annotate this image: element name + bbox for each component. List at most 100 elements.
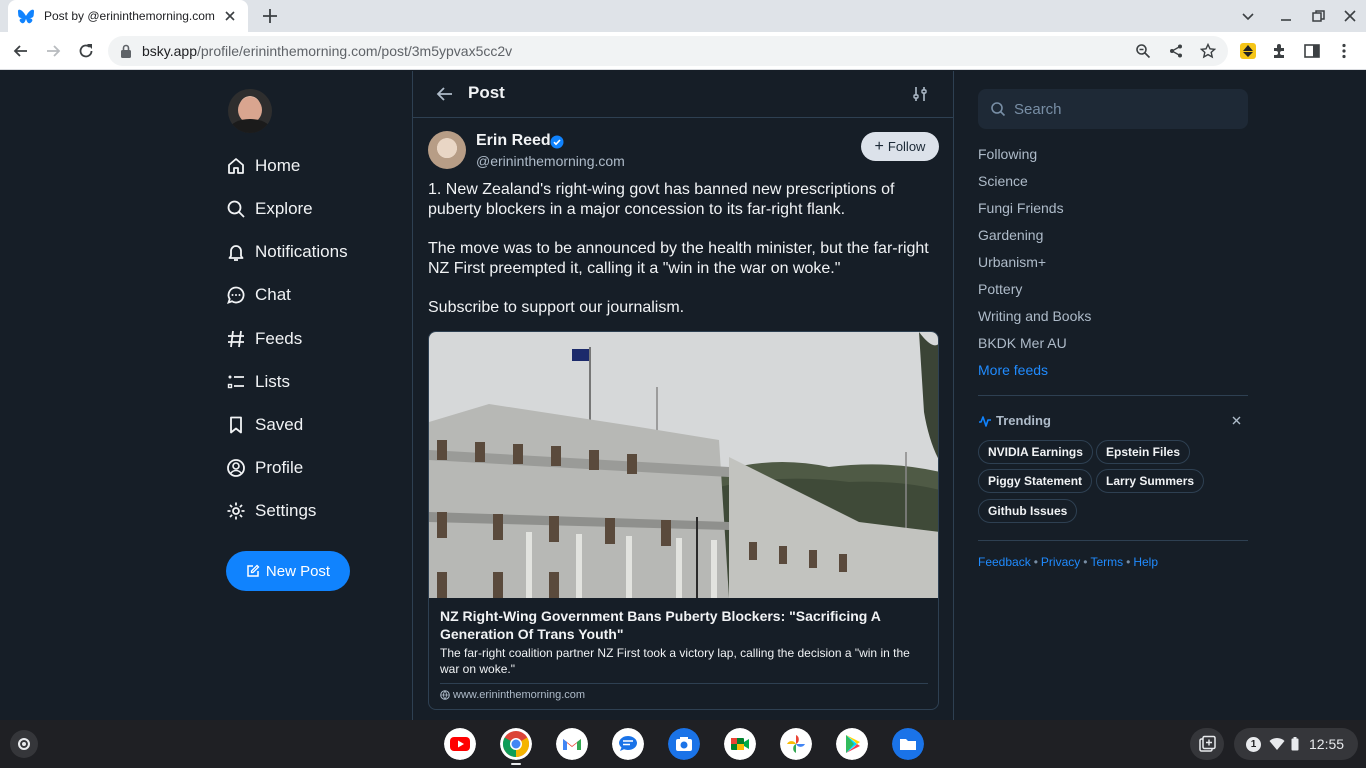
nav-label: Saved: [255, 415, 304, 434]
nav-item-lists[interactable]: Lists: [226, 367, 290, 397]
new-post-button[interactable]: New Post: [226, 551, 350, 591]
restore-icon[interactable]: [1310, 8, 1326, 24]
feed-link[interactable]: Following: [978, 146, 1037, 162]
profile-icon: [227, 459, 245, 477]
nav-item-profile[interactable]: Profile: [226, 453, 303, 483]
nav-label: Explore: [255, 199, 313, 218]
photos-icon[interactable]: [780, 728, 812, 760]
url-text[interactable]: bsky.app/profile/erininthemorning.com/po…: [142, 43, 512, 59]
puzzle-icon[interactable]: [1271, 42, 1289, 60]
more-feeds-link[interactable]: More feeds: [978, 362, 1048, 378]
author-avatar[interactable]: [428, 131, 466, 169]
compose-icon: [247, 564, 260, 577]
verified-badge-icon[interactable]: [550, 135, 564, 149]
launcher-icon: [18, 738, 30, 750]
follow-button[interactable]: + Follow: [861, 132, 939, 161]
close-window-icon[interactable]: [1342, 8, 1358, 24]
kebab-menu-icon[interactable]: [1335, 42, 1353, 60]
share-icon[interactable]: [1168, 43, 1184, 59]
lock-icon[interactable]: [120, 44, 132, 58]
feedback-link[interactable]: Feedback: [978, 555, 1031, 569]
tab-title: Post by @erininthemorning.com: [44, 9, 215, 23]
feed-link[interactable]: Fungi Friends: [978, 200, 1064, 216]
clipboard-icon: [1199, 735, 1216, 752]
author-name[interactable]: Erin Reed: [476, 132, 551, 150]
nav-item-explore[interactable]: Explore: [226, 194, 313, 224]
trending-header: Trending: [978, 413, 1051, 428]
search-icon: [991, 102, 1006, 117]
feed-link[interactable]: Urbanism+: [978, 254, 1046, 270]
trending-chip[interactable]: Github Issues: [978, 499, 1078, 523]
home-icon: [228, 158, 244, 174]
status-tray[interactable]: 1 12:55: [1234, 728, 1358, 760]
card-domain: www.erininthemorning.com: [440, 689, 585, 701]
trending-chip[interactable]: Larry Summers: [1096, 469, 1205, 493]
bluesky-icon: [18, 9, 34, 24]
chevron-down-icon[interactable]: [1240, 8, 1256, 24]
launcher-button[interactable]: [10, 730, 38, 758]
search-input[interactable]: Search: [978, 89, 1248, 129]
post-thread: Post Erin Reed @erininthemorning.com + F…: [412, 71, 954, 720]
nav-item-chat[interactable]: Chat: [226, 280, 291, 310]
terms-link[interactable]: Terms: [1090, 555, 1123, 569]
feed-link[interactable]: Pottery: [978, 281, 1022, 297]
nav-item-notifications[interactable]: Notifications: [226, 237, 348, 267]
new-tab-icon[interactable]: [260, 6, 280, 26]
reload-icon[interactable]: [77, 42, 95, 60]
gear-icon: [227, 502, 245, 520]
privacy-link[interactable]: Privacy: [1041, 555, 1080, 569]
bookmark-icon: [230, 416, 242, 434]
side-panel-icon[interactable]: [1303, 42, 1321, 60]
star-icon[interactable]: [1200, 43, 1216, 59]
trending-chip[interactable]: Epstein Files: [1096, 440, 1191, 464]
tote-button[interactable]: [1190, 728, 1224, 760]
messages-icon[interactable]: [612, 728, 644, 760]
avatar[interactable]: [228, 89, 272, 133]
youtube-icon[interactable]: [444, 728, 476, 760]
bluesky-page: Home Explore Notifications Chat Feeds Li…: [0, 71, 1366, 720]
feed-link[interactable]: Writing and Books: [978, 308, 1091, 324]
nav-item-home[interactable]: Home: [226, 151, 300, 181]
play-store-icon[interactable]: [836, 728, 868, 760]
list-icon: [227, 375, 244, 389]
close-icon[interactable]: [1231, 415, 1242, 426]
camera-icon[interactable]: [668, 728, 700, 760]
nav-label: Chat: [255, 285, 291, 304]
search-placeholder: Search: [1014, 100, 1062, 118]
forward-arrow-icon[interactable]: [44, 42, 62, 60]
chrome-icon[interactable]: [500, 728, 532, 760]
new-post-label: New Post: [265, 562, 331, 580]
gmail-icon[interactable]: [556, 728, 588, 760]
back-arrow-icon[interactable]: [435, 84, 455, 104]
follow-label: Follow: [887, 139, 926, 154]
search-icon: [227, 200, 245, 218]
minimize-icon[interactable]: [1278, 8, 1294, 24]
post-header: Post: [413, 71, 953, 118]
nav-label: Notifications: [255, 242, 348, 261]
author-handle[interactable]: @erininthemorning.com: [476, 153, 625, 169]
notification-count: 1: [1246, 736, 1261, 752]
link-card[interactable]: NZ Right-Wing Government Bans Puberty Bl…: [428, 331, 939, 710]
card-image: [429, 332, 938, 598]
help-link[interactable]: Help: [1133, 555, 1158, 569]
extension-icon[interactable]: [1239, 42, 1257, 60]
feed-link[interactable]: Science: [978, 173, 1028, 189]
plus-icon: +: [874, 137, 884, 155]
address-bar[interactable]: bsky.app/profile/erininthemorning.com/po…: [108, 36, 1228, 66]
files-icon[interactable]: [892, 728, 924, 760]
close-icon[interactable]: [222, 8, 238, 24]
nav-item-feeds[interactable]: Feeds: [226, 324, 302, 354]
back-arrow-icon[interactable]: [12, 42, 30, 60]
meet-icon[interactable]: [724, 728, 756, 760]
browser-tab[interactable]: Post by @erininthemorning.com: [8, 0, 248, 32]
zoom-icon[interactable]: [1135, 43, 1151, 59]
feed-link[interactable]: Gardening: [978, 227, 1043, 243]
sliders-icon[interactable]: [911, 85, 929, 103]
trending-chip[interactable]: NVIDIA Earnings: [978, 440, 1093, 464]
divider: [978, 395, 1248, 396]
trending-chip[interactable]: Piggy Statement: [978, 469, 1093, 493]
nav-item-saved[interactable]: Saved: [226, 410, 303, 440]
nav-item-settings[interactable]: Settings: [226, 496, 316, 526]
feed-link[interactable]: BKDK Mer AU: [978, 335, 1067, 351]
globe-icon: [440, 690, 450, 700]
